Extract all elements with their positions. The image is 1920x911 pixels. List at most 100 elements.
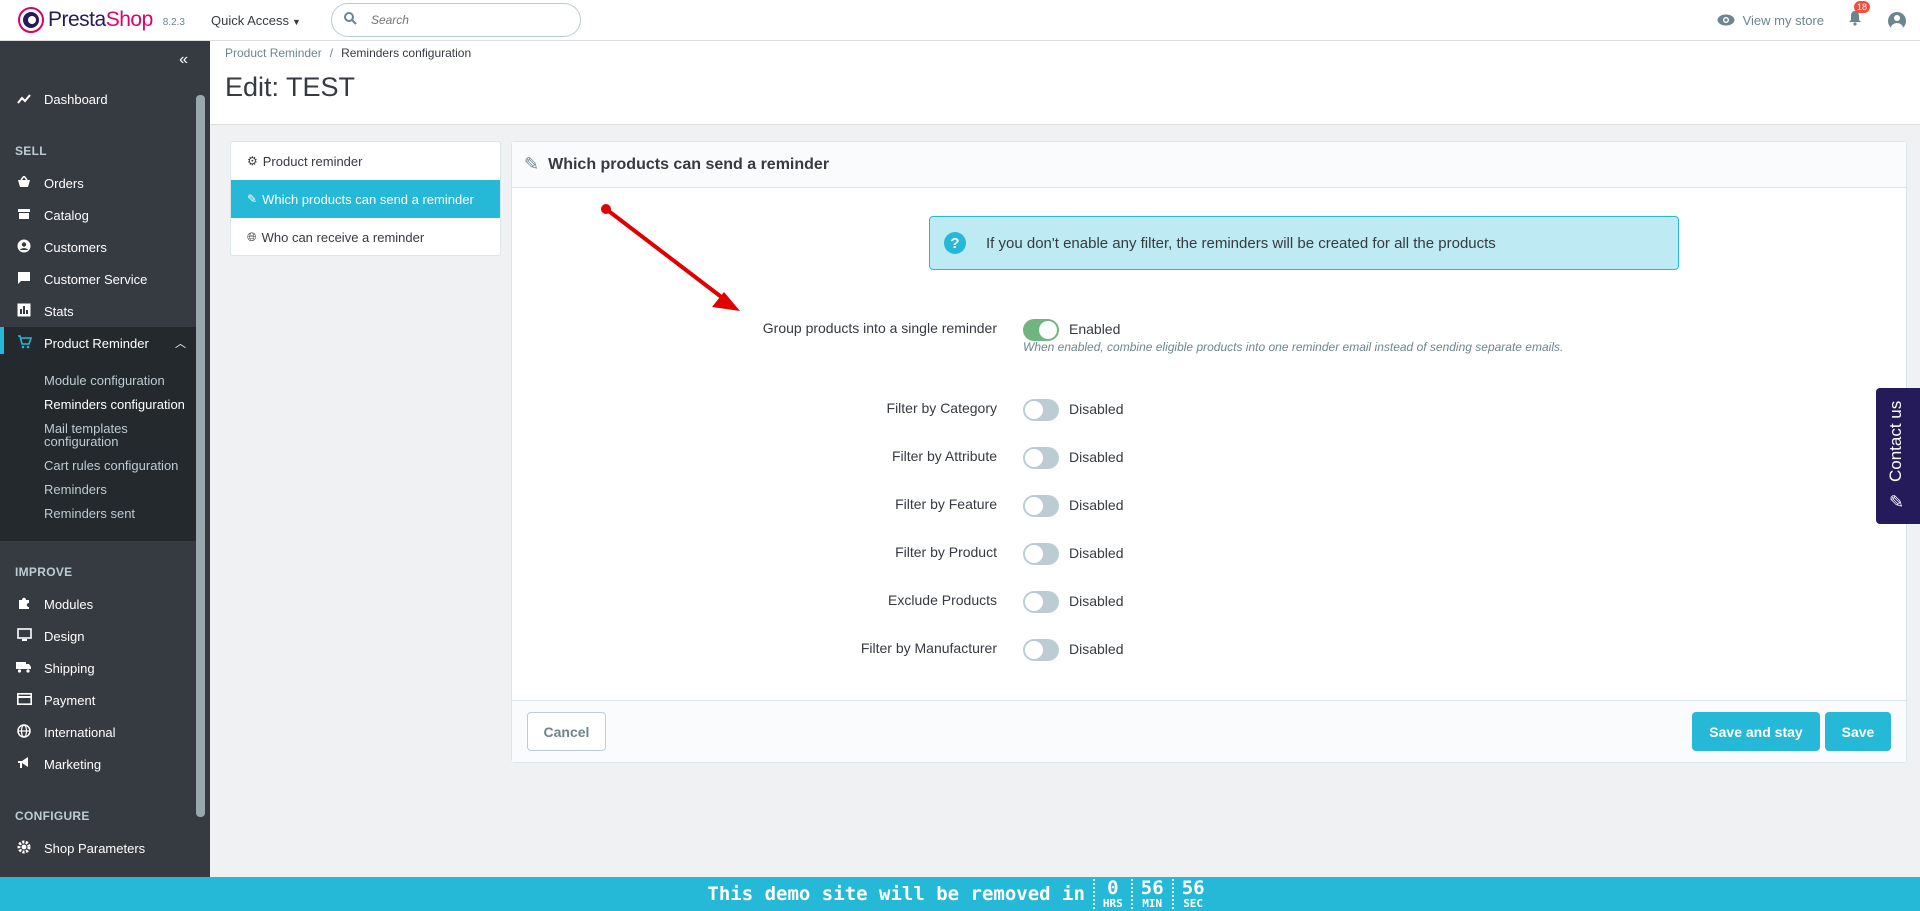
megaphone-icon: [16, 756, 32, 772]
chat-icon: [16, 271, 32, 288]
truck-icon: [16, 660, 32, 676]
group-products-toggle[interactable]: [1023, 319, 1059, 341]
filter-category-toggle[interactable]: [1023, 399, 1059, 421]
sidebar-item-label: Design: [44, 628, 85, 644]
store-icon: [16, 207, 32, 223]
logo-text-shop: Shop: [105, 8, 154, 31]
toggle-state: Disabled: [1069, 641, 1124, 657]
cancel-button[interactable]: Cancel: [527, 712, 606, 751]
field-label: Group products into a single reminder: [762, 320, 997, 336]
tab-who-can-receive[interactable]: 🌐︎ Who can receive a reminder: [231, 218, 500, 256]
form-row-group-products: Group products into a single reminder En…: [512, 313, 1908, 343]
page-title: Edit: TEST: [225, 72, 356, 102]
search-icon[interactable]: [343, 12, 357, 28]
question-icon: ?: [944, 232, 966, 254]
countdown-unit: MIN: [1142, 897, 1163, 910]
notifications-button[interactable]: 18: [1848, 1, 1871, 31]
sidebar-item-orders[interactable]: Orders: [0, 167, 196, 199]
countdown-seconds: 56 SEC: [1171, 879, 1213, 909]
sidebar-item-label: Shop Parameters: [44, 840, 146, 856]
field-label: Filter by Feature: [895, 496, 997, 512]
submenu-cart-rules-configuration[interactable]: Cart rules configuration: [44, 459, 178, 472]
tab-label: Which products can send a reminder: [262, 191, 474, 207]
toggle-state: Disabled: [1069, 497, 1124, 513]
sidebar-item-label: Marketing: [44, 756, 102, 772]
sidebar-item-international[interactable]: International: [0, 716, 196, 748]
filter-attribute-toggle[interactable]: [1023, 447, 1059, 469]
panel-heading: ✎ Which products can send a reminder: [512, 142, 1906, 188]
field-label: Filter by Attribute: [891, 448, 997, 464]
save-and-stay-button[interactable]: Save and stay: [1692, 712, 1820, 751]
user-avatar-icon[interactable]: [1888, 11, 1906, 30]
sidebar-item-label: Customers: [44, 239, 107, 255]
annotation-arrow: [601, 204, 740, 311]
submenu-mail-templates-configuration[interactable]: Mail templates configuration: [44, 422, 128, 448]
sidebar-item-dashboard[interactable]: Dashboard: [0, 83, 196, 115]
countdown-value: 56: [1140, 877, 1164, 899]
version-label: 8.2.3: [162, 16, 185, 28]
sidebar-scrollbar[interactable]: [196, 95, 205, 817]
panel-footer: Cancel Save and stay Save: [512, 700, 1906, 762]
tab-product-reminder[interactable]: ⚙ Product reminder: [231, 142, 500, 180]
breadcrumb-parent[interactable]: Product Reminder: [225, 46, 322, 60]
form-row-exclude-products: Exclude Products Disabled: [512, 585, 1908, 615]
form-row-filter-category: Filter by Category Disabled: [512, 393, 1908, 423]
sidebar-item-marketing[interactable]: Marketing: [0, 748, 196, 780]
tab-which-products[interactable]: ✎ Which products can send a reminder: [231, 180, 500, 218]
search-box[interactable]: [330, 3, 581, 37]
breadcrumb-current[interactable]: Reminders configuration: [341, 46, 471, 60]
submenu-reminders[interactable]: Reminders: [44, 483, 107, 496]
search-input[interactable]: [370, 13, 551, 27]
filter-feature-toggle[interactable]: [1023, 495, 1059, 517]
top-header: PrestaShop 8.2.3 Quick Access▼ View my s…: [0, 0, 1920, 41]
contact-us-tab[interactable]: Contact us ✎: [1876, 388, 1920, 524]
filter-manufacturer-toggle[interactable]: [1023, 639, 1059, 661]
sidebar-item-customers[interactable]: Customers: [0, 231, 196, 263]
save-button[interactable]: Save: [1825, 712, 1891, 751]
globe-icon: 🌐︎: [247, 229, 257, 244]
settings-icon: [16, 840, 32, 857]
sidebar-section-improve: IMPROVE: [15, 565, 73, 579]
tab-label: Who can receive a reminder: [261, 229, 425, 245]
sidebar-item-stats[interactable]: Stats: [0, 295, 196, 327]
sidebar-item-customer-service[interactable]: Customer Service: [0, 263, 196, 295]
countdown-hours: 0 HRS: [1092, 879, 1131, 909]
form-row-filter-feature: Filter by Feature Disabled: [512, 489, 1908, 519]
submenu-reminders-sent[interactable]: Reminders sent: [44, 507, 135, 520]
basket-icon: [16, 174, 32, 191]
sidebar-item-label: Modules: [44, 596, 94, 612]
cart-reminder-icon: [16, 334, 32, 352]
collapse-sidebar-icon[interactable]: «: [179, 51, 188, 69]
sidebar-item-catalog[interactable]: Catalog: [0, 199, 196, 231]
sidebar-item-design[interactable]: Design: [0, 620, 196, 652]
view-my-store-link[interactable]: View my store: [1717, 11, 1824, 31]
sidebar-item-modules[interactable]: Modules: [0, 588, 196, 620]
form-row-filter-product: Filter by Product Disabled: [512, 537, 1908, 567]
credit-card-icon: [16, 692, 32, 708]
bell-icon: [1848, 11, 1862, 30]
sidebar: « Dashboard SELL Orders Catalog Customer…: [0, 41, 210, 877]
sidebar-item-shop-parameters[interactable]: Shop Parameters: [0, 832, 196, 864]
globe-icon: [16, 723, 32, 741]
form-tabs: ⚙ Product reminder ✎ Which products can …: [230, 141, 501, 256]
sidebar-item-label: International: [44, 724, 116, 740]
submenu-reminders-configuration[interactable]: Reminders configuration: [44, 398, 185, 411]
help-text: When enabled, combine eligible products …: [1023, 340, 1564, 354]
demo-message: This demo site will be removed in: [707, 883, 1085, 905]
toggle-state: Disabled: [1069, 593, 1124, 609]
sidebar-item-label: Catalog: [44, 207, 89, 223]
view-store-label: View my store: [1742, 13, 1824, 28]
sidebar-item-label: Product Reminder: [44, 335, 149, 351]
quick-access-dropdown[interactable]: Quick Access ▼: [211, 13, 301, 28]
panel-heading-title: Which products can send a reminder: [548, 155, 830, 173]
header-right: View my store 18: [1717, 0, 1920, 41]
caret-down-icon: ▼: [292, 16, 301, 27]
sidebar-item-label: Dashboard: [44, 91, 108, 107]
filter-product-toggle[interactable]: [1023, 543, 1059, 565]
exclude-products-toggle[interactable]: [1023, 591, 1059, 613]
sidebar-item-payment[interactable]: Payment: [0, 684, 196, 716]
sidebar-item-shipping[interactable]: Shipping: [0, 652, 196, 684]
prestashop-logo[interactable]: PrestaShop 8.2.3: [18, 7, 185, 33]
submenu-module-configuration[interactable]: Module configuration: [44, 374, 165, 387]
logo-text-presta: Presta: [48, 8, 106, 31]
